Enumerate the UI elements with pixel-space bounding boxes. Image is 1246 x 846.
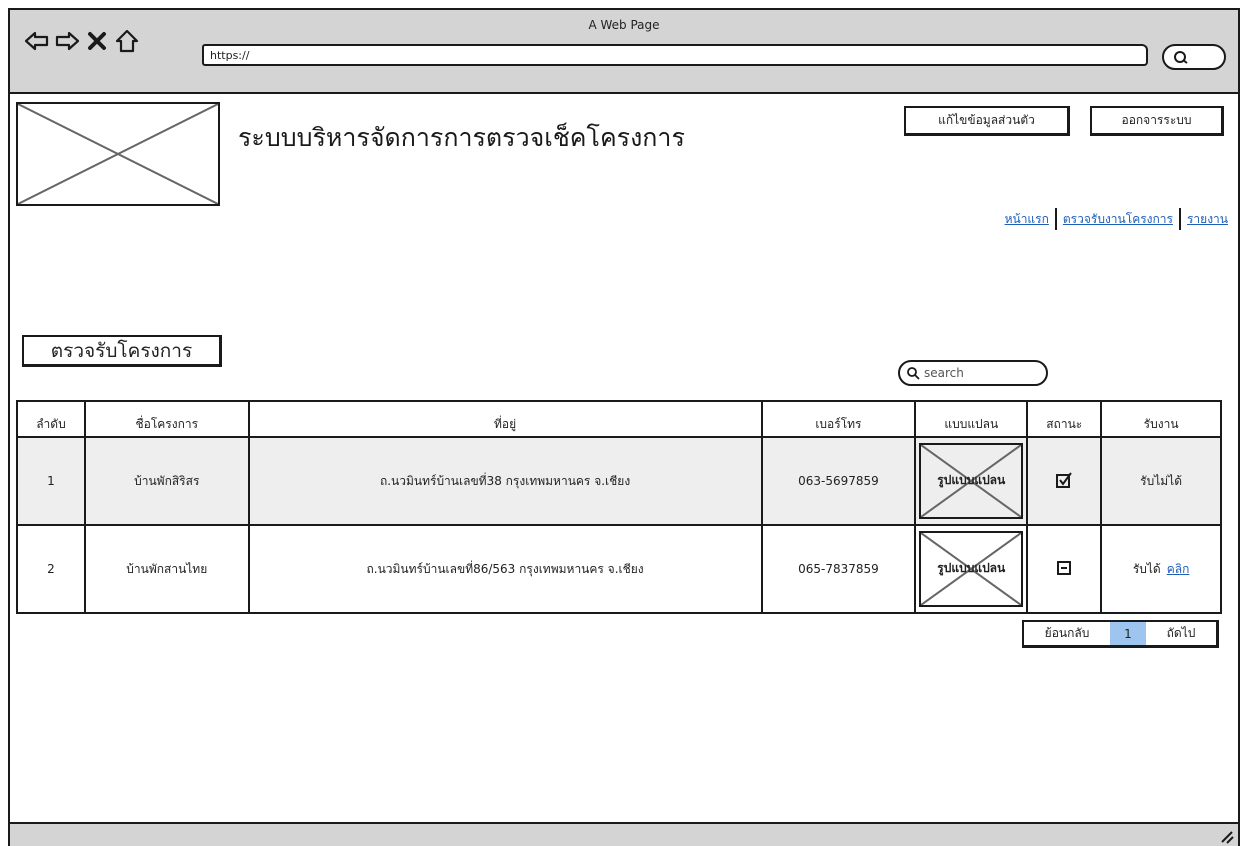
cell-status [1026, 524, 1103, 614]
plan-label: รูปแบบแปลน [937, 561, 1006, 575]
cell-accept: รับได้ คลิก [1100, 524, 1222, 614]
accept-status-text: รับได้ [1132, 561, 1161, 576]
pagination: ย้อนกลับ 1 ถัดไป [1022, 620, 1219, 648]
edit-profile-button[interactable]: แก้ไขข้อมูลส่วนตัว [904, 106, 1070, 136]
nav-item-inspect-projects[interactable]: ตรวจรับงานโครงการ [1057, 210, 1179, 229]
cell-plan: รูปแบบแปลน [914, 436, 1029, 526]
window-title: A Web Page [588, 18, 660, 32]
nav-item-home[interactable]: หน้าแรก [999, 210, 1055, 229]
table-row: 1 บ้านพักสิริสร ถ.นวมินทร์บ้านเลขที่38 ก… [16, 436, 1222, 526]
cell-project-name: บ้านพักสานไทย [83, 524, 250, 614]
home-icon[interactable] [114, 28, 140, 54]
accept-status-text: รับไม่ได้ [1140, 473, 1183, 488]
cell-phone: 063-5697859 [760, 436, 917, 526]
cell-no: 1 [16, 436, 86, 526]
section-title: ตรวจรับโครงการ [22, 335, 222, 367]
checked-box-icon[interactable] [1055, 471, 1073, 492]
plan-image[interactable]: รูปแบบแปลน [919, 531, 1024, 607]
search-input[interactable] [924, 366, 1034, 380]
accept-click-link[interactable]: คลิก [1167, 562, 1190, 576]
plan-image[interactable]: รูปแบบแปลน [919, 443, 1024, 519]
next-page-button[interactable]: ถัดไป [1146, 622, 1216, 645]
col-header-no: ลำดับ [16, 400, 86, 438]
page-title: ระบบบริหารจัดการการตรวจเช็คโครงการ [238, 123, 685, 152]
col-header-accept: รับงาน [1100, 400, 1222, 438]
search-icon [907, 367, 920, 380]
cell-project-name: บ้านพักสิริสร [83, 436, 250, 526]
plan-label: รูปแบบแปลน [937, 473, 1006, 487]
cell-phone: 065-7837859 [760, 524, 917, 614]
col-header-phone: เบอร์โทร [760, 400, 917, 438]
close-icon[interactable] [84, 28, 110, 54]
projects-table: ลำดับ ชื่อโครงการ ที่อยู่ เบอร์โทร แบบแป… [16, 400, 1222, 614]
cell-accept: รับไม่ได้ [1100, 436, 1222, 526]
col-header-name: ชื่อโครงการ [83, 400, 250, 438]
search-icon [1174, 51, 1188, 64]
cell-status [1026, 436, 1103, 526]
status-bar [10, 822, 1238, 846]
cell-plan: รูปแบบแปลน [914, 524, 1029, 614]
col-header-address: ที่อยู่ [247, 400, 763, 438]
cell-address: ถ.นวมินทร์บ้านเลขที่38 กรุงเทพมหานคร จ.เ… [247, 436, 763, 526]
cell-no: 2 [16, 524, 86, 614]
page-number-button[interactable]: 1 [1110, 622, 1146, 645]
browser-chrome: A Web Page https:// [10, 10, 1238, 94]
nav-item-report[interactable]: รายงาน [1181, 210, 1234, 229]
resize-grip-icon[interactable] [1218, 828, 1234, 844]
col-header-status: สถานะ [1026, 400, 1103, 438]
browser-search-button[interactable] [1162, 44, 1226, 70]
logout-button[interactable]: ออกจารระบบ [1090, 106, 1224, 136]
table-header-row: ลำดับ ชื่อโครงการ ที่อยู่ เบอร์โทร แบบแป… [16, 400, 1222, 438]
col-header-plan: แบบแปลน [914, 400, 1029, 438]
main-nav: หน้าแรก ตรวจรับงานโครงการ รายงาน [999, 208, 1234, 230]
table-row: 2 บ้านพักสานไทย ถ.นวมินทร์บ้านเลขที่86/5… [16, 524, 1222, 614]
forward-arrow-icon[interactable] [54, 28, 80, 54]
minus-box-icon[interactable] [1056, 560, 1072, 579]
back-arrow-icon[interactable] [24, 28, 50, 54]
prev-page-button[interactable]: ย้อนกลับ [1024, 622, 1110, 645]
logo-placeholder [16, 102, 220, 206]
cell-address: ถ.นวมินทร์บ้านเลขที่86/563 กรุงเทพมหานคร… [247, 524, 763, 614]
url-bar[interactable]: https:// [202, 44, 1148, 66]
browser-nav [24, 28, 140, 54]
search-box[interactable] [898, 360, 1048, 386]
